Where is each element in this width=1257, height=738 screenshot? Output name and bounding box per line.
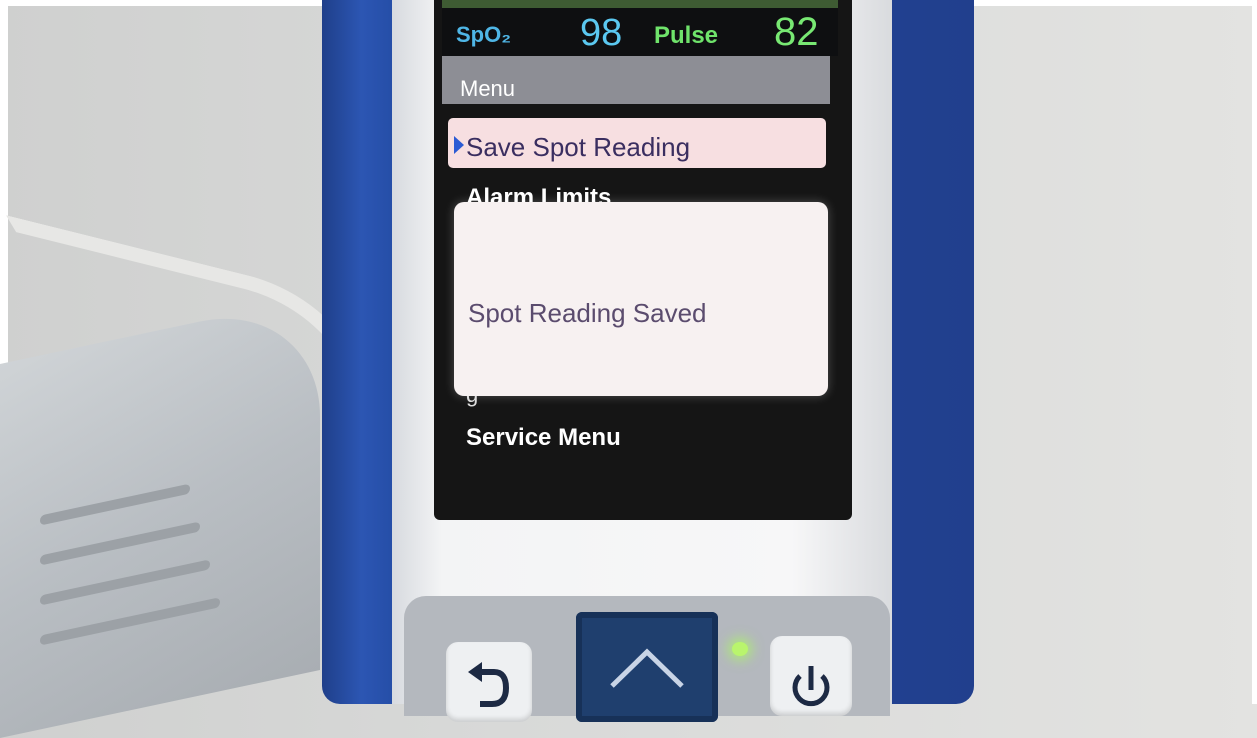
device-screen: SpO₂ 98 Pulse 82 Menu Save Spot Reading …: [434, 0, 852, 520]
right-border: [1252, 0, 1257, 704]
back-button[interactable]: [446, 642, 532, 722]
power-led: [732, 642, 748, 656]
confirmation-popup: Spot Reading Saved: [454, 202, 828, 396]
selection-arrow-icon: [454, 136, 464, 154]
menu-title: Menu: [460, 76, 516, 101]
menu-item-save-spot-reading[interactable]: Save Spot Reading: [448, 118, 826, 168]
menu-item-label: Save Spot Reading: [466, 132, 691, 162]
probe-ridge: [40, 597, 220, 646]
spo2-label: SpO₂: [456, 22, 511, 47]
menu-item-service-menu[interactable]: Service Menu: [466, 424, 621, 452]
vitals-bar: SpO₂ 98 Pulse 82: [442, 0, 838, 56]
keypad: [404, 596, 890, 722]
status-strip: [442, 0, 838, 8]
pulse-value: 82: [774, 10, 819, 54]
up-arrow-icon: [610, 648, 684, 688]
up-button[interactable]: [576, 612, 718, 722]
popup-message: Spot Reading Saved: [468, 298, 707, 328]
power-button[interactable]: [770, 636, 852, 716]
back-icon: [468, 662, 510, 707]
power-icon: [792, 666, 830, 707]
menu-header: Menu: [442, 56, 830, 104]
pulse-label: Pulse: [654, 22, 719, 49]
spo2-value: 98: [580, 12, 623, 54]
